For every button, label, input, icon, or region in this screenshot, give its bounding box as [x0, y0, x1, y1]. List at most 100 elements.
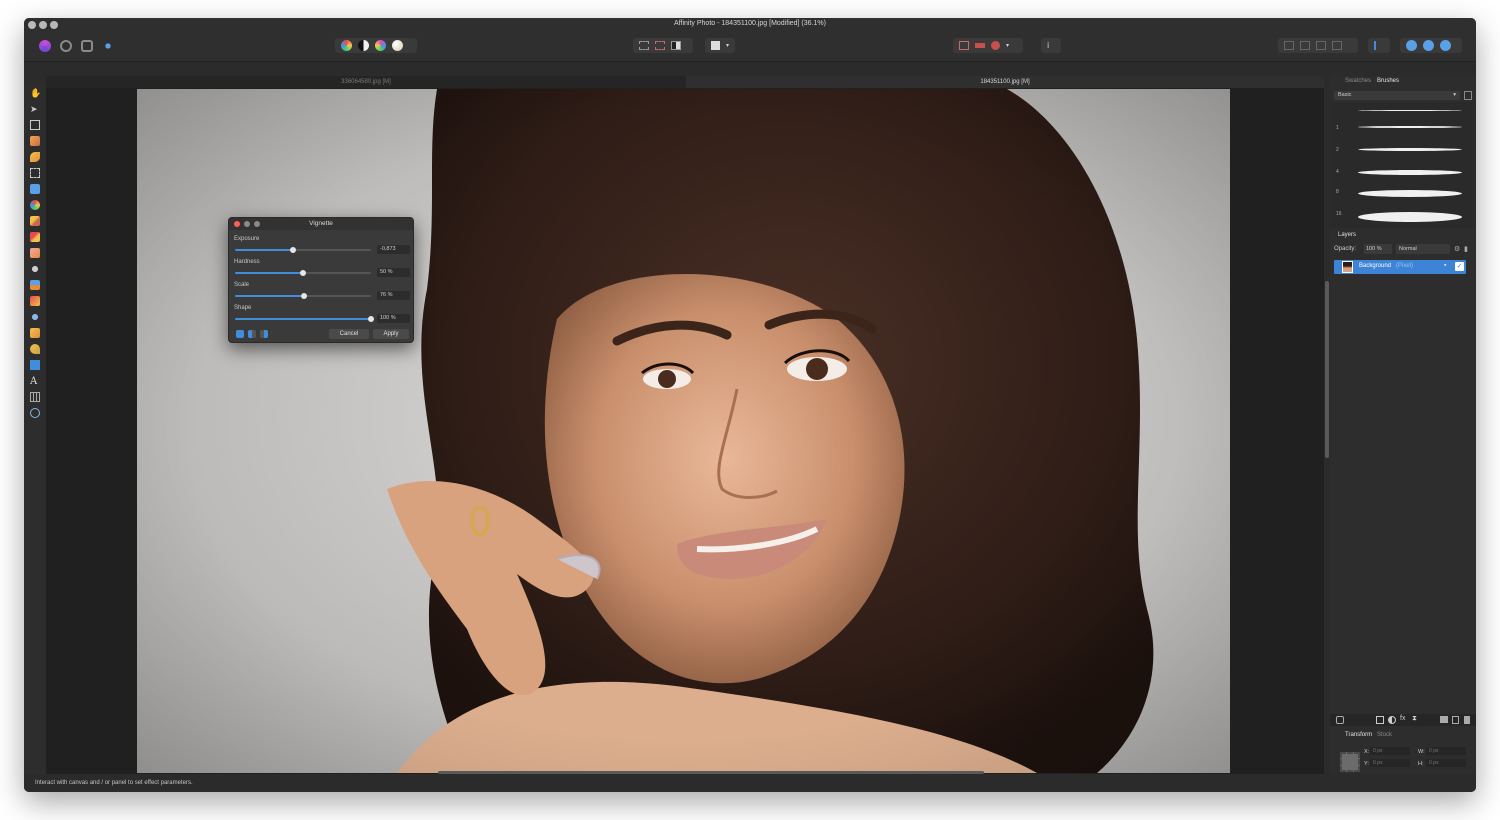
- flood-fill-icon[interactable]: [30, 184, 40, 194]
- scale-value[interactable]: 76 %: [377, 291, 410, 300]
- cancel-button[interactable]: Cancel: [329, 329, 369, 339]
- brush-item[interactable]: 1: [1334, 118, 1464, 140]
- exposure-value[interactable]: -0,873: [377, 245, 410, 254]
- view-tool-icon[interactable]: ✋: [30, 88, 41, 98]
- delete-layer-icon[interactable]: [1464, 716, 1470, 724]
- tab-document-1[interactable]: 336064580.jpg [M]: [46, 76, 686, 88]
- exposure-slider[interactable]: [235, 247, 371, 253]
- photo-persona-icon[interactable]: [39, 40, 51, 52]
- export-persona-icon[interactable]: [102, 40, 114, 52]
- panel-menu-icon[interactable]: [1464, 91, 1472, 100]
- gradient-tool-icon[interactable]: [30, 200, 40, 210]
- erase-brush-icon[interactable]: [30, 248, 40, 258]
- tab-stock[interactable]: Stock: [1377, 732, 1392, 738]
- exposure-slider-knob[interactable]: [290, 247, 297, 253]
- selection-brush-icon[interactable]: [30, 136, 40, 146]
- marquee-tool-icon[interactable]: [30, 168, 40, 178]
- hardness-value[interactable]: 50 %: [377, 268, 410, 277]
- h-field[interactable]: 0 px: [1426, 759, 1466, 767]
- shape-slider[interactable]: [235, 316, 374, 322]
- rectangle-tool-icon[interactable]: [30, 360, 40, 370]
- invert-selection-icon[interactable]: [671, 41, 681, 50]
- scale-slider-knob[interactable]: [301, 293, 308, 299]
- healing-brush-icon[interactable]: [30, 296, 40, 306]
- paint-brush-icon[interactable]: [30, 216, 40, 226]
- move-tool-icon[interactable]: ➤: [30, 104, 40, 114]
- lock-icon[interactable]: ▮: [1464, 245, 1468, 253]
- clone-brush-icon[interactable]: [30, 280, 40, 290]
- w-field[interactable]: 0 px: [1426, 747, 1466, 755]
- scale-slider[interactable]: [235, 293, 371, 299]
- tab-transform[interactable]: Transform: [1345, 732, 1372, 738]
- auto-white-balance-icon[interactable]: [392, 40, 403, 51]
- grid-icon[interactable]: [959, 41, 969, 50]
- deselect-icon[interactable]: [655, 41, 665, 50]
- auto-colour-icon[interactable]: [375, 40, 386, 51]
- liquify-persona-icon[interactable]: [60, 40, 72, 52]
- canvas-area[interactable]: Vignette Exposure -0,873 Hardness 50 % S…: [46, 88, 1324, 774]
- flood-select-icon[interactable]: [30, 152, 40, 162]
- info-icon[interactable]: ⅰ: [1047, 41, 1049, 50]
- move-to-back-icon[interactable]: [1284, 41, 1294, 50]
- hardness-slider[interactable]: [235, 270, 371, 276]
- layer-lock-icon[interactable]: ▪: [1444, 262, 1446, 269]
- dodge-brush-icon[interactable]: [30, 264, 40, 274]
- hardness-slider-knob[interactable]: [300, 270, 306, 276]
- snapping-icon[interactable]: [991, 41, 1000, 50]
- zoom-tool-icon[interactable]: [30, 408, 40, 418]
- merge-mode-icon[interactable]: [236, 330, 244, 338]
- x-field[interactable]: 0 px: [1370, 747, 1410, 755]
- layers-stack-icon[interactable]: [1336, 716, 1344, 724]
- tab-brushes[interactable]: Brushes: [1377, 78, 1399, 84]
- layers-scrollbar[interactable]: [1325, 281, 1329, 458]
- tab-document-2[interactable]: 184351100.jpg [M]: [686, 76, 1324, 88]
- pen-tool-icon[interactable]: [30, 344, 40, 354]
- text-tool-icon[interactable]: A: [30, 376, 40, 387]
- brush-item[interactable]: 16: [1334, 204, 1464, 226]
- opacity-select[interactable]: 100 %: [1364, 244, 1392, 254]
- assistant-icon[interactable]: [975, 43, 985, 48]
- smudge-brush-icon[interactable]: [30, 328, 40, 338]
- move-forward-icon[interactable]: [1316, 41, 1326, 50]
- brush-category-select[interactable]: Basic ▾: [1334, 91, 1460, 100]
- fx-icon[interactable]: fx: [1400, 715, 1405, 722]
- auto-levels-icon[interactable]: [341, 40, 352, 51]
- mask-layer-icon[interactable]: [1376, 716, 1384, 724]
- layer-row[interactable]: Background (Pixel) ▪ ✓: [1334, 260, 1466, 274]
- shape-slider-knob[interactable]: [368, 316, 374, 322]
- live-filter-icon[interactable]: ⧗: [1412, 715, 1417, 723]
- brush-item[interactable]: 8: [1334, 182, 1464, 204]
- shape-value[interactable]: 100 %: [377, 314, 410, 323]
- tab-swatches[interactable]: Swatches: [1345, 78, 1371, 84]
- align-icon[interactable]: [1374, 41, 1384, 50]
- layer-visibility-checkbox[interactable]: ✓: [1455, 262, 1464, 271]
- color-replacement-icon[interactable]: [30, 232, 40, 242]
- mesh-warp-icon[interactable]: [30, 392, 40, 402]
- side-by-side-icon[interactable]: [248, 330, 256, 338]
- move-back-icon[interactable]: [1300, 41, 1310, 50]
- quick-mask-icon[interactable]: [711, 41, 720, 50]
- transform-anchor-icon[interactable]: [1340, 752, 1360, 772]
- dialog-zoom-button[interactable]: [254, 221, 260, 227]
- blur-brush-icon[interactable]: [30, 312, 40, 322]
- select-all-icon[interactable]: [639, 41, 649, 50]
- intersect-shape-icon[interactable]: [1440, 40, 1451, 51]
- add-group-icon[interactable]: [1440, 716, 1448, 723]
- blend-mode-select[interactable]: Normal: [1396, 244, 1450, 254]
- add-layer-icon[interactable]: [1452, 716, 1459, 724]
- chevron-down-icon[interactable]: ▾: [1006, 42, 1009, 49]
- apply-button[interactable]: Apply: [373, 329, 409, 339]
- dialog-close-button[interactable]: [234, 221, 240, 227]
- brush-item[interactable]: 2: [1334, 140, 1464, 162]
- add-shape-icon[interactable]: [1406, 40, 1417, 51]
- brush-item[interactable]: 4: [1334, 162, 1464, 184]
- adjustment-layer-icon[interactable]: [1388, 716, 1396, 724]
- crop-tool-icon[interactable]: [30, 120, 40, 130]
- chevron-down-icon[interactable]: ▾: [726, 42, 729, 49]
- y-field[interactable]: 0 px: [1370, 759, 1410, 767]
- develop-persona-icon[interactable]: [81, 40, 93, 52]
- mirror-mode-icon[interactable]: [260, 330, 268, 338]
- dialog-minimize-button[interactable]: [244, 221, 250, 227]
- gear-icon[interactable]: ⚙: [1454, 245, 1460, 253]
- subtract-shape-icon[interactable]: [1423, 40, 1434, 51]
